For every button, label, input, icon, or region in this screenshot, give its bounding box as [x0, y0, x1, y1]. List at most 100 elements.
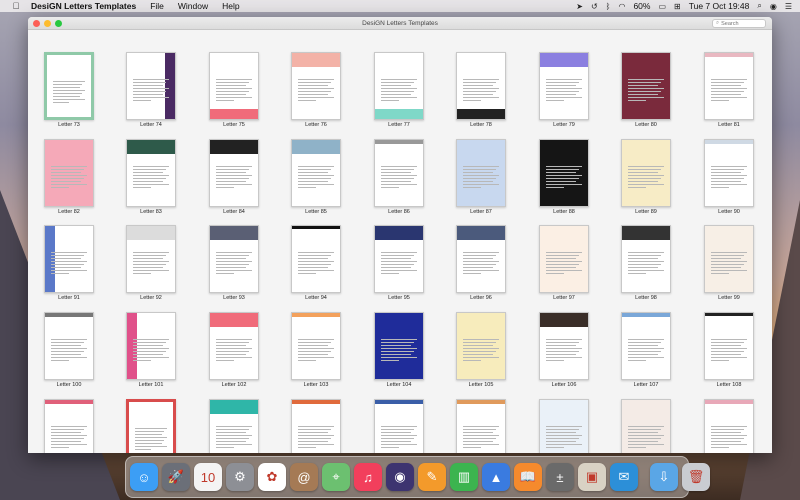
template-tile[interactable]: Letter 108: [704, 312, 754, 388]
template-tile[interactable]: [456, 399, 506, 453]
template-thumbnail[interactable]: [126, 225, 176, 293]
template-tile[interactable]: Letter 101: [126, 312, 176, 388]
template-thumbnail[interactable]: [374, 52, 424, 120]
template-thumbnail[interactable]: [44, 399, 94, 453]
close-window-button[interactable]: [33, 19, 40, 27]
maps-icon[interactable]: ⌖: [322, 463, 350, 491]
template-thumbnail[interactable]: [704, 139, 754, 207]
template-thumbnail[interactable]: [374, 139, 424, 207]
template-thumbnail[interactable]: [456, 399, 506, 453]
template-tile[interactable]: Letter 102: [209, 312, 259, 388]
template-tile[interactable]: Letter 84: [209, 139, 259, 215]
template-thumbnail[interactable]: [621, 225, 671, 293]
template-thumbnail[interactable]: [704, 52, 754, 120]
template-tile[interactable]: [291, 399, 341, 453]
contacts-icon[interactable]: @: [290, 463, 318, 491]
keynote-icon[interactable]: ▲: [482, 463, 510, 491]
template-tile[interactable]: Letter 83: [126, 139, 176, 215]
template-tile[interactable]: Letter 98: [621, 225, 671, 301]
template-tile[interactable]: Letter 91: [44, 225, 94, 301]
search-input[interactable]: [721, 20, 762, 27]
template-thumbnail[interactable]: [539, 312, 589, 380]
template-thumbnail[interactable]: [126, 52, 176, 120]
calendar-icon[interactable]: 10: [194, 463, 222, 491]
template-tile[interactable]: Letter 94: [291, 225, 341, 301]
template-tile[interactable]: Letter 85: [291, 139, 341, 215]
template-thumbnail[interactable]: [374, 225, 424, 293]
template-tile[interactable]: Letter 97: [539, 225, 589, 301]
template-thumbnail[interactable]: [126, 399, 176, 453]
template-tile[interactable]: Letter 76: [291, 52, 341, 128]
photos-icon[interactable]: ✿: [258, 463, 286, 491]
menu-window[interactable]: Window: [178, 1, 208, 11]
template-tile[interactable]: Letter 86: [374, 139, 424, 215]
template-tile[interactable]: Letter 107: [621, 312, 671, 388]
template-thumbnail[interactable]: [44, 225, 94, 293]
spotlight-icon[interactable]: ⌕: [757, 1, 761, 11]
finder-icon[interactable]: ☺: [130, 463, 158, 491]
bluetooth-icon[interactable]: ᛒ: [606, 2, 611, 11]
template-tile[interactable]: Letter 99: [704, 225, 754, 301]
template-thumbnail[interactable]: [44, 139, 94, 207]
template-thumbnail[interactable]: [44, 52, 94, 120]
template-thumbnail[interactable]: [291, 139, 341, 207]
menu-file[interactable]: File: [150, 1, 164, 11]
template-thumbnail[interactable]: [539, 399, 589, 453]
template-tile[interactable]: Letter 81: [704, 52, 754, 128]
template-thumbnail[interactable]: [209, 52, 259, 120]
minimize-window-button[interactable]: [44, 19, 51, 27]
template-thumbnail[interactable]: [291, 312, 341, 380]
template-thumbnail[interactable]: [621, 139, 671, 207]
template-tile[interactable]: Letter 106: [539, 312, 589, 388]
title-bar[interactable]: DesiGN Letters Templates ⌕: [28, 17, 772, 30]
template-thumbnail[interactable]: [126, 312, 176, 380]
template-thumbnail[interactable]: [621, 312, 671, 380]
siri-icon[interactable]: ◉: [386, 463, 414, 491]
template-tile[interactable]: Letter 75: [209, 52, 259, 128]
template-tile[interactable]: Letter 78: [456, 52, 506, 128]
template-tile[interactable]: Letter 77: [374, 52, 424, 128]
template-thumbnail[interactable]: [291, 52, 341, 120]
numbers-icon[interactable]: ▥: [450, 463, 478, 491]
template-thumbnail[interactable]: [209, 139, 259, 207]
system-preferences-icon[interactable]: ⚙: [226, 463, 254, 491]
template-tile[interactable]: Letter 88: [539, 139, 589, 215]
location-icon[interactable]: ➤: [576, 2, 583, 11]
template-thumbnail[interactable]: [456, 312, 506, 380]
battery-icon[interactable]: ▭: [658, 2, 666, 11]
preview-icon[interactable]: ▣: [578, 463, 606, 491]
template-thumbnail[interactable]: [291, 399, 341, 453]
template-thumbnail[interactable]: [209, 399, 259, 453]
template-thumbnail[interactable]: [374, 399, 424, 453]
trash-icon[interactable]: 🗑: [682, 463, 710, 491]
input-source-icon[interactable]: ⊞: [674, 2, 681, 11]
pages-icon[interactable]: ✎: [418, 463, 446, 491]
template-tile[interactable]: [374, 399, 424, 453]
template-tile[interactable]: [126, 399, 176, 453]
template-tile[interactable]: Letter 82: [44, 139, 94, 215]
template-tile[interactable]: Letter 95: [374, 225, 424, 301]
template-thumbnail[interactable]: [456, 139, 506, 207]
siri-menu-icon[interactable]: ◉: [770, 2, 777, 11]
template-tile[interactable]: Letter 103: [291, 312, 341, 388]
app-menu[interactable]: DesiGN Letters Templates: [31, 1, 136, 11]
template-thumbnail[interactable]: [456, 52, 506, 120]
template-thumbnail[interactable]: [621, 52, 671, 120]
time-machine-icon[interactable]: ↺: [591, 2, 598, 11]
template-tile[interactable]: Letter 104: [374, 312, 424, 388]
template-tile[interactable]: Letter 92: [126, 225, 176, 301]
template-tile[interactable]: Letter 74: [126, 52, 176, 128]
template-thumbnail[interactable]: [539, 52, 589, 120]
template-thumbnail[interactable]: [704, 312, 754, 380]
template-tile[interactable]: Letter 89: [621, 139, 671, 215]
template-thumbnail[interactable]: [539, 225, 589, 293]
template-tile[interactable]: [621, 399, 671, 453]
downloads-folder-icon[interactable]: ⇩: [650, 463, 678, 491]
template-thumbnail[interactable]: [291, 225, 341, 293]
notification-center-icon[interactable]: ☰: [785, 2, 792, 11]
template-thumbnail[interactable]: [456, 225, 506, 293]
clock[interactable]: Tue 7 Oct 19:48: [689, 1, 750, 11]
template-tile[interactable]: Letter 96: [456, 225, 506, 301]
template-thumbnail[interactable]: [209, 312, 259, 380]
template-thumbnail[interactable]: [704, 225, 754, 293]
